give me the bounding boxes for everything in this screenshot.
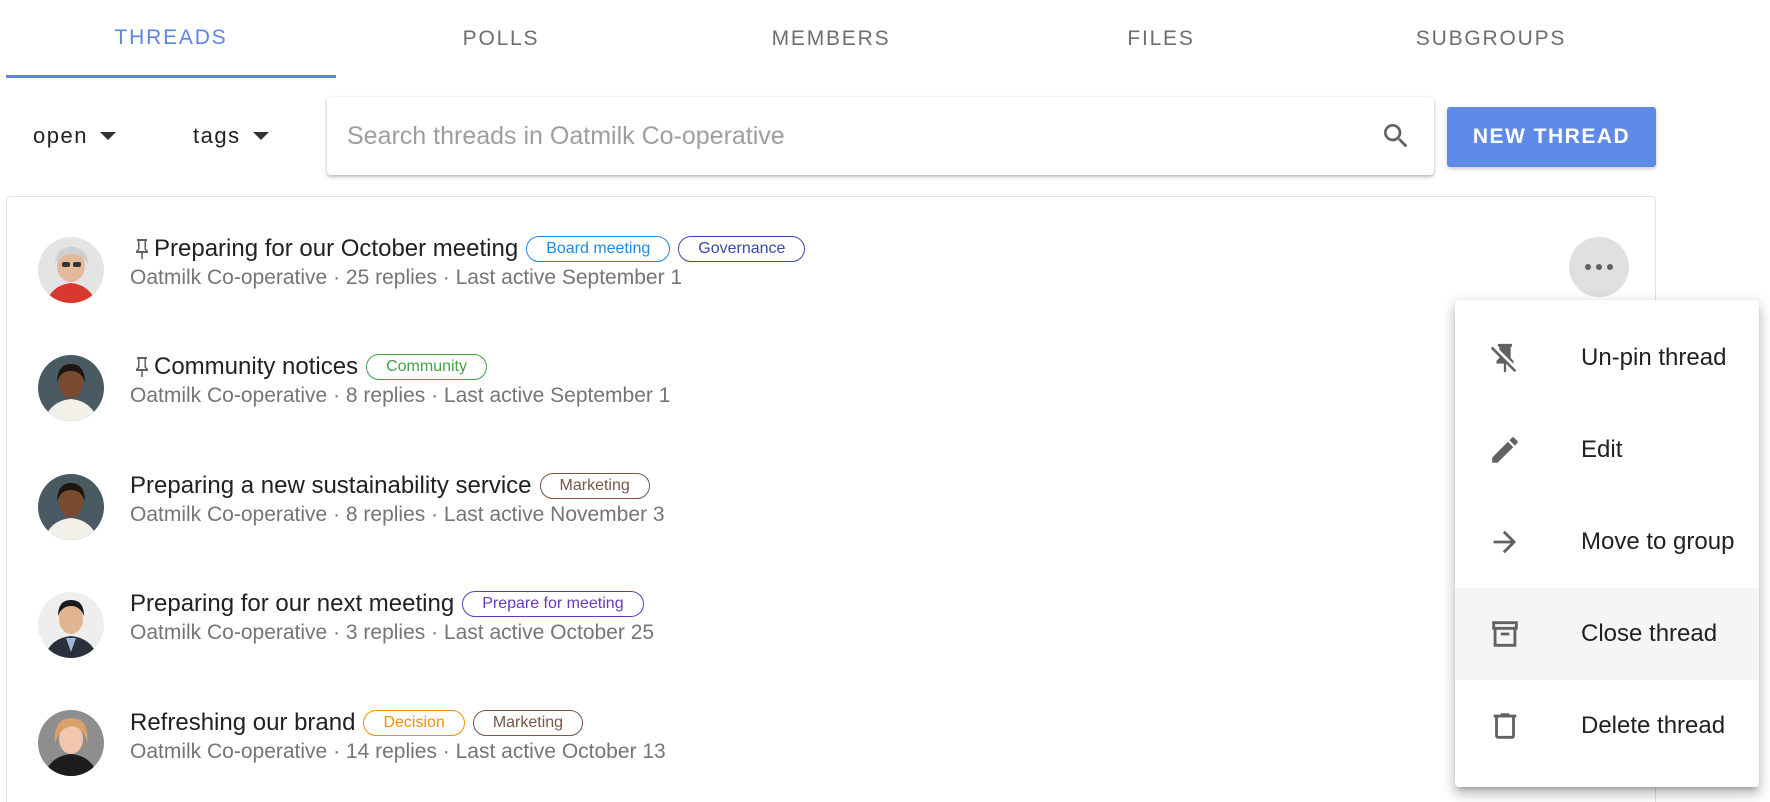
thread-title[interactable]: Preparing for our October meeting: [154, 235, 518, 263]
thread-list: Preparing for our October meeting Board …: [6, 196, 1656, 802]
dot: [1596, 264, 1602, 270]
tab-members[interactable]: MEMBERS: [666, 0, 996, 78]
thread-actions-menu: Un-pin thread Edit Move to group Close t…: [1455, 300, 1759, 787]
menu-item-label: Move to group: [1581, 528, 1735, 555]
thread-row[interactable]: Preparing for our next meeting Prepare f…: [7, 551, 1657, 669]
thread-meta: Oatmilk Co-operative · 8 replies · Last …: [130, 384, 671, 407]
arrow-right-icon: [1481, 525, 1529, 559]
thread-meta: Oatmilk Co-operative · 14 replies · Last…: [130, 740, 666, 763]
menu-item-close-thread[interactable]: Close thread: [1455, 588, 1759, 680]
pencil-icon: [1481, 433, 1529, 467]
pin-icon: [130, 237, 154, 261]
status-filter-label: open: [33, 123, 88, 148]
tags-filter-label: tags: [193, 123, 241, 148]
pin-off-icon: [1481, 341, 1529, 375]
search-icon[interactable]: [1378, 118, 1414, 154]
status-filter-dropdown[interactable]: open: [33, 118, 116, 154]
thread-title-line: Community notices Community: [130, 351, 487, 383]
menu-item-label: Delete thread: [1581, 712, 1726, 739]
tag-badge[interactable]: Decision: [363, 710, 465, 736]
dot: [1607, 264, 1613, 270]
menu-item-label: Un-pin thread: [1581, 344, 1727, 371]
group-tabs: THREADS POLLS MEMBERS FILES SUBGROUPS: [6, 0, 1656, 78]
thread-meta: Oatmilk Co-operative · 8 replies · Last …: [130, 503, 665, 526]
avatar: [38, 710, 104, 776]
tag-badge[interactable]: Governance: [678, 236, 806, 262]
menu-item-move-to-group[interactable]: Move to group: [1455, 496, 1759, 588]
thread-title-line: Preparing for our October meeting Board …: [130, 233, 806, 265]
avatar: [38, 474, 104, 540]
caret-down-icon: [99, 132, 116, 140]
tag-badge[interactable]: Marketing: [472, 710, 584, 736]
search-input[interactable]: [347, 121, 1378, 151]
more-options-button[interactable]: [1569, 237, 1629, 297]
menu-item-delete-thread[interactable]: Delete thread: [1455, 680, 1759, 772]
menu-item-edit[interactable]: Edit: [1455, 404, 1759, 496]
avatar: [38, 592, 104, 658]
thread-row[interactable]: Community notices Community Oatmilk Co-o…: [7, 315, 1657, 433]
tag-badge[interactable]: Community: [366, 354, 487, 380]
thread-title[interactable]: Preparing for our next meeting: [130, 590, 454, 618]
tab-subgroups[interactable]: SUBGROUPS: [1326, 0, 1656, 78]
thread-row[interactable]: Preparing a new sustainability service M…: [7, 433, 1657, 551]
dot: [1585, 264, 1591, 270]
avatar: [38, 355, 104, 421]
menu-item-label: Close thread: [1581, 620, 1718, 647]
search-box: [327, 97, 1434, 175]
thread-meta: Oatmilk Co-operative · 25 replies · Last…: [130, 266, 683, 289]
new-thread-button[interactable]: NEW THREAD: [1447, 107, 1656, 167]
thread-meta: Oatmilk Co-operative · 3 replies · Last …: [130, 621, 655, 644]
thread-row[interactable]: Preparing for our October meeting Board …: [7, 197, 1657, 315]
caret-down-icon: [252, 132, 269, 140]
thread-title[interactable]: Preparing a new sustainability service: [130, 472, 532, 500]
avatar: [38, 237, 104, 303]
thread-title[interactable]: Community notices: [154, 353, 358, 381]
tags-filter-dropdown[interactable]: tags: [193, 118, 269, 154]
pin-icon: [130, 355, 154, 379]
thread-title[interactable]: Refreshing our brand: [130, 709, 355, 737]
tab-files[interactable]: FILES: [996, 0, 1326, 78]
menu-item-label: Edit: [1581, 436, 1623, 463]
tag-badge[interactable]: Prepare for meeting: [462, 591, 644, 617]
thread-row[interactable]: Refreshing our brand Decision Marketing …: [7, 670, 1657, 788]
tab-threads[interactable]: THREADS: [6, 0, 336, 78]
tag-badge[interactable]: Board meeting: [526, 236, 671, 262]
thread-title-line: Preparing a new sustainability service M…: [130, 470, 650, 502]
thread-title-line: Refreshing our brand Decision Marketing: [130, 707, 584, 739]
menu-item-unpin-thread[interactable]: Un-pin thread: [1455, 312, 1759, 404]
tag-badge[interactable]: Marketing: [539, 473, 650, 499]
archive-icon: [1481, 617, 1529, 651]
tab-polls[interactable]: POLLS: [336, 0, 666, 78]
trash-icon: [1481, 709, 1529, 743]
thread-title-line: Preparing for our next meeting Prepare f…: [130, 588, 644, 620]
